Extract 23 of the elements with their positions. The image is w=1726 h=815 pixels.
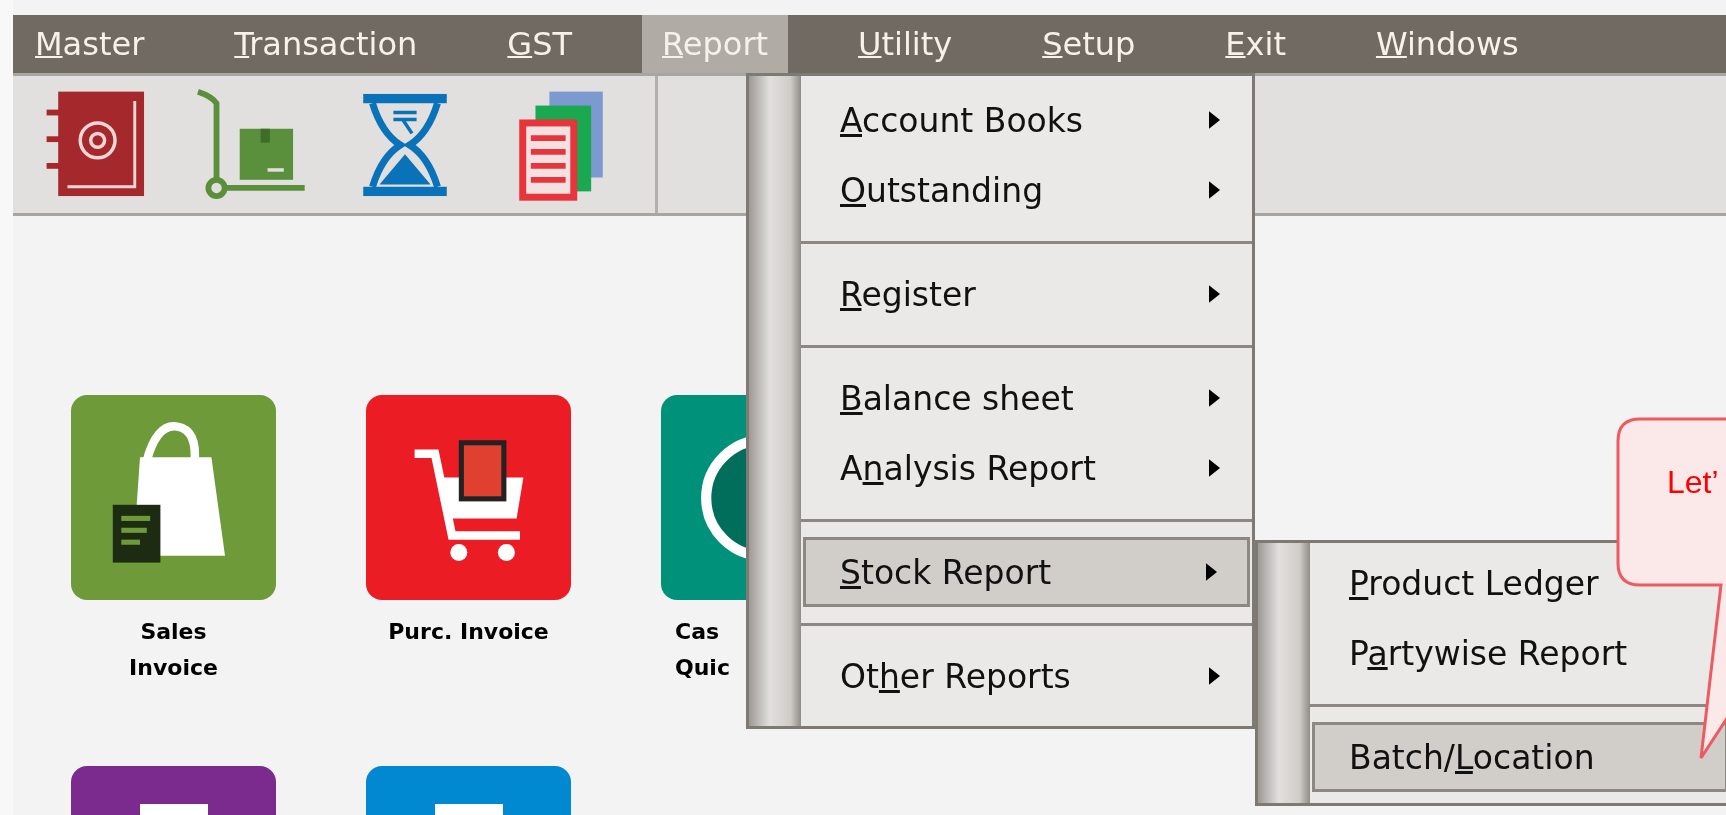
menu-entry[interactable]: Product Ledger [1312, 548, 1726, 618]
menu-bar-item[interactable]: GST [487, 15, 592, 73]
menu-entry[interactable]: Analysis Report [803, 433, 1250, 503]
menu-entry[interactable]: Balance sheet [803, 363, 1250, 433]
menu-entry[interactable]: Other Reports [803, 641, 1250, 711]
menu-entry[interactable]: Batch/Location [1312, 722, 1726, 792]
menu-bar-item[interactable]: Utility [838, 15, 973, 73]
menu-bar-item[interactable]: Setup [1022, 15, 1156, 73]
menu-bar-item[interactable]: Exit [1205, 15, 1306, 73]
menu-bar-item[interactable]: Windows [1355, 15, 1539, 73]
menu-entry[interactable]: Stock Report [803, 537, 1250, 607]
menu-entry[interactable]: Register [803, 259, 1250, 329]
menu-entry[interactable]: Partywise Report [1312, 618, 1726, 688]
menu-bar-item[interactable]: Transaction [214, 15, 438, 73]
callout-text: Let’ [1667, 464, 1719, 501]
app-tile[interactable] [71, 395, 276, 600]
app-tile[interactable] [366, 395, 571, 600]
menu-entry[interactable]: Account Books [803, 85, 1250, 155]
menu-entry[interactable]: Outstanding [803, 155, 1250, 225]
menu-bar-item[interactable]: Master [15, 15, 165, 73]
tile-label: Cas Quic [674, 618, 730, 682]
tile-label: Purc. Invoice [388, 618, 549, 646]
tile-label: Sales Invoice [129, 618, 218, 682]
